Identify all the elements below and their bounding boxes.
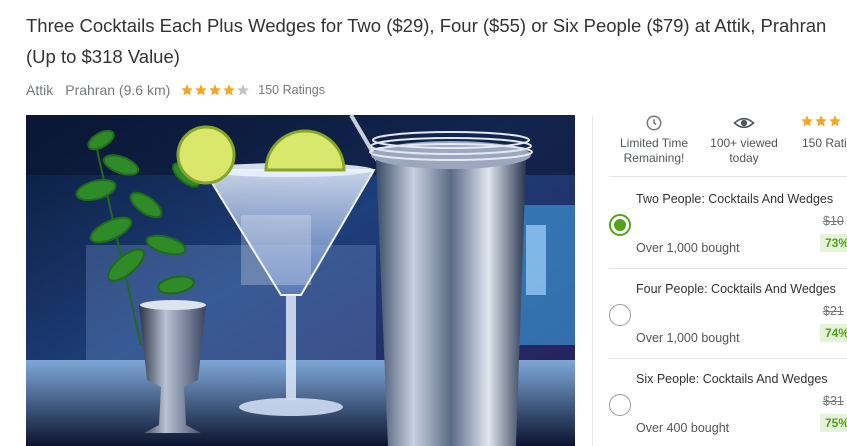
star-icon <box>801 115 813 127</box>
option-title: Four People: Cocktails And Wedges <box>636 282 836 296</box>
star-icon <box>195 84 208 96</box>
limited-time-line2: Remaining! <box>623 151 685 165</box>
option-discount-badge: 74% <box>820 324 847 342</box>
star-icon <box>829 115 841 127</box>
option-discount-badge: 75% <box>820 414 847 432</box>
eye-icon <box>733 117 755 129</box>
option-bought-count: Over 400 bought <box>636 421 730 435</box>
option-original-price: $21 <box>823 304 844 318</box>
sidebar-divider <box>592 115 593 446</box>
option-radio-selected[interactable] <box>609 214 631 236</box>
viewed-today-badge: 100+ viewed today <box>702 114 786 166</box>
star-icon <box>815 115 827 127</box>
viewed-line2: today <box>729 151 759 165</box>
deal-option-four-people[interactable]: Four People: Cocktails And Wedges Over 1… <box>605 268 847 356</box>
deal-photo[interactable] <box>26 115 575 446</box>
ratings-line2: 150 Rati <box>802 136 847 150</box>
option-bought-count: Over 1,000 bought <box>636 241 740 255</box>
option-discount-badge: 73% <box>820 234 847 252</box>
cocktail-photo-image <box>26 115 575 446</box>
option-title: Six People: Cocktails And Wedges <box>636 372 828 386</box>
rating-stars <box>180 83 250 97</box>
option-original-price: $31 <box>823 394 844 408</box>
deal-meta-row: Attik Prahran (9.6 km) 150 Ratings <box>26 80 325 100</box>
ratings-badge: 150 Rati <box>796 114 847 151</box>
deal-option-two-people[interactable]: Two People: Cocktails And Wedges Over 1,… <box>605 178 847 266</box>
clock-icon <box>646 115 662 131</box>
star-icon <box>181 84 194 96</box>
location-text: Prahran (9.6 km) <box>65 82 171 98</box>
star-icon <box>209 84 222 96</box>
merchant-link[interactable]: Attik <box>26 82 53 98</box>
option-bought-count: Over 1,000 bought <box>636 331 740 345</box>
ratings-count-link[interactable]: 150 Ratings <box>258 83 325 97</box>
limited-time-badge: Limited Time Remaining! <box>608 114 700 166</box>
deal-option-six-people[interactable]: Six People: Cocktails And Wedges Over 40… <box>605 358 847 446</box>
viewed-line1: 100+ viewed <box>710 136 778 150</box>
option-radio[interactable] <box>609 304 631 326</box>
option-divider <box>609 176 847 177</box>
deal-title: Three Cocktails Each Plus Wedges for Two… <box>26 15 827 67</box>
star-empty-icon <box>237 84 250 96</box>
star-icon <box>223 84 236 96</box>
limited-time-line1: Limited Time <box>619 136 689 150</box>
option-radio[interactable] <box>609 394 631 416</box>
option-original-price: $10 <box>823 214 844 228</box>
option-title: Two People: Cocktails And Wedges <box>636 192 834 206</box>
